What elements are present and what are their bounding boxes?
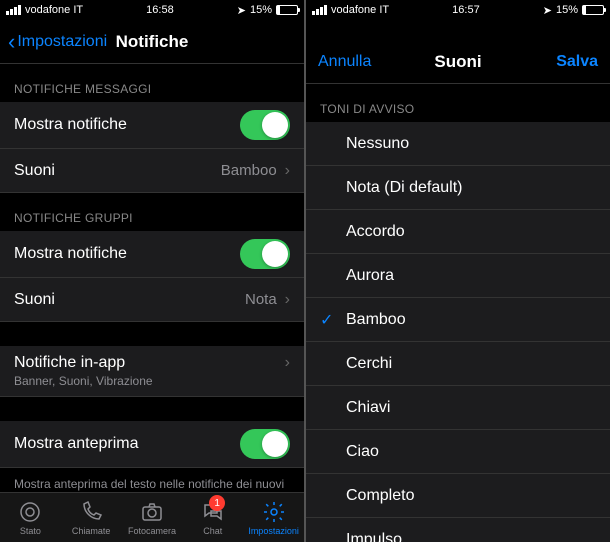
sound-option[interactable]: Impulso <box>306 518 610 542</box>
sound-option[interactable]: Ciao <box>306 430 610 474</box>
sound-label: Nessuno <box>346 135 409 153</box>
sound-option[interactable]: Aurora <box>306 254 610 298</box>
sound-option[interactable]: Nessuno <box>306 122 610 166</box>
sound-option[interactable]: Completo <box>306 474 610 518</box>
tab-label: Impostazioni <box>248 526 299 536</box>
phone-icon <box>79 500 103 524</box>
row-value: Nota <box>245 291 277 308</box>
sound-label: Chiavi <box>346 399 390 417</box>
sound-label: Completo <box>346 487 414 505</box>
nav-bar: ‹ Impostazioni Notifiche <box>0 20 304 64</box>
sound-option[interactable]: ✓ Bamboo <box>306 298 610 342</box>
battery-icon <box>276 5 298 15</box>
battery-percent: 15% <box>556 4 578 16</box>
nav-title: Notifiche <box>116 32 189 52</box>
chevron-right-icon: › <box>285 291 290 309</box>
back-button[interactable]: ‹ Impostazioni <box>8 31 107 53</box>
toggle-show-preview[interactable] <box>240 429 290 459</box>
section-footer-preview: Mostra anteprima del testo nelle notific… <box>0 468 304 492</box>
sound-option[interactable]: Chiavi <box>306 386 610 430</box>
clock: 16:58 <box>146 4 174 16</box>
gear-icon <box>262 500 286 524</box>
cancel-button[interactable]: Annulla <box>318 53 371 71</box>
nav-title: Suoni <box>434 52 481 72</box>
toggle-show-messages[interactable] <box>240 110 290 140</box>
tab-label: Stato <box>20 526 41 536</box>
section-header-tones: TONI DI AVVISO <box>306 84 610 122</box>
chevron-right-icon: › <box>285 354 290 372</box>
row-value: Bamboo <box>221 162 277 179</box>
tab-settings[interactable]: Impostazioni <box>243 493 304 542</box>
row-show-preview[interactable]: Mostra anteprima <box>0 421 304 468</box>
screen-notifiche: vodafone IT 16:58 ➤ 15% ‹ Impostazioni N… <box>0 0 304 542</box>
tab-calls[interactable]: Chiamate <box>61 493 122 542</box>
tab-bar: Stato Chiamate Fotocamera 1 Chat Imposta… <box>0 492 304 542</box>
sound-label: Impulso <box>346 531 402 542</box>
sound-label: Accordo <box>346 223 405 241</box>
tab-camera[interactable]: Fotocamera <box>122 493 183 542</box>
signal-icon <box>6 5 21 15</box>
row-sounds-groups[interactable]: Suoni Nota › <box>0 278 304 322</box>
sound-option[interactable]: Accordo <box>306 210 610 254</box>
status-bar: vodafone IT 16:58 ➤ 15% <box>0 0 304 20</box>
tab-label: Chiamate <box>72 526 111 536</box>
sound-label: Aurora <box>346 267 394 285</box>
status-icon <box>18 500 42 524</box>
nav-bar-modal: Annulla Suoni Salva <box>306 40 610 84</box>
sound-option[interactable]: Cerchi <box>306 342 610 386</box>
row-show-notifications-groups[interactable]: Mostra notifiche <box>0 231 304 278</box>
sound-label: Nota (Di default) <box>346 179 463 197</box>
location-icon: ➤ <box>237 4 246 17</box>
checkmark-icon: ✓ <box>320 310 333 330</box>
chevron-right-icon: › <box>285 162 290 180</box>
toggle-show-groups[interactable] <box>240 239 290 269</box>
section-header-groups: NOTIFICHE GRUPPI <box>0 193 304 231</box>
status-bar: vodafone IT 16:57 ➤ 15% <box>306 0 610 20</box>
section-header-messages: NOTIFICHE MESSAGGI <box>0 64 304 102</box>
row-inapp-notifications[interactable]: Notifiche in-app › Banner, Suoni, Vibraz… <box>0 346 304 397</box>
sound-label: Bamboo <box>346 311 406 329</box>
row-label: Suoni <box>14 162 221 180</box>
location-icon: ➤ <box>543 4 552 17</box>
row-sounds-messages[interactable]: Suoni Bamboo › <box>0 149 304 193</box>
sounds-list[interactable]: TONI DI AVVISO Nessuno Nota (Di default) A… <box>306 84 610 542</box>
content-scroll[interactable]: NOTIFICHE MESSAGGI Mostra notifiche Suon… <box>0 64 304 492</box>
row-label: Notifiche in-app <box>14 354 277 372</box>
save-button[interactable]: Salva <box>556 53 598 71</box>
tab-status[interactable]: Stato <box>0 493 61 542</box>
row-subtitle: Banner, Suoni, Vibrazione <box>14 374 153 388</box>
row-label: Mostra notifiche <box>14 245 240 263</box>
row-label: Suoni <box>14 291 245 309</box>
sound-option[interactable]: Nota (Di default) <box>306 166 610 210</box>
row-label: Mostra notifiche <box>14 116 240 134</box>
row-show-notifications-messages[interactable]: Mostra notifiche <box>0 102 304 149</box>
chevron-left-icon: ‹ <box>8 31 15 53</box>
signal-icon <box>312 5 327 15</box>
screen-suoni: vodafone IT 16:57 ➤ 15% Annulla Suoni Sa… <box>306 0 610 542</box>
carrier-label: vodafone IT <box>331 4 389 16</box>
tab-chat[interactable]: 1 Chat <box>182 493 243 542</box>
battery-icon <box>582 5 604 15</box>
battery-percent: 15% <box>250 4 272 16</box>
sound-label: Cerchi <box>346 355 392 373</box>
tab-label: Chat <box>203 526 222 536</box>
back-label: Impostazioni <box>17 33 107 51</box>
sound-label: Ciao <box>346 443 379 461</box>
clock: 16:57 <box>452 4 480 16</box>
tab-label: Fotocamera <box>128 526 176 536</box>
carrier-label: vodafone IT <box>25 4 83 16</box>
camera-icon <box>140 500 164 524</box>
row-label: Mostra anteprima <box>14 435 240 453</box>
